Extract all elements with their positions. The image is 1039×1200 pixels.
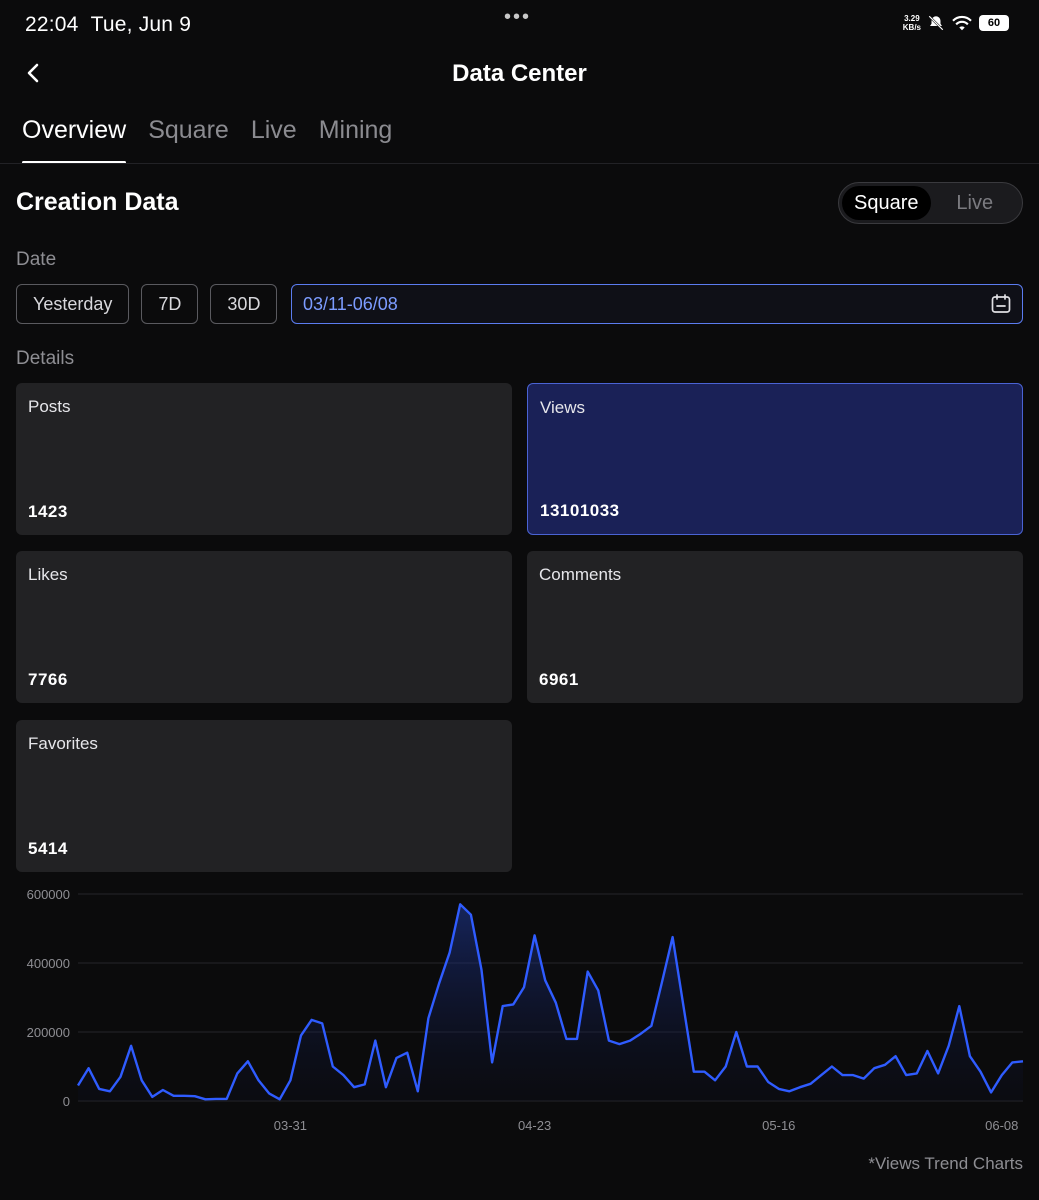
tab-overview[interactable]: Overview — [22, 108, 127, 164]
status-icons: 3.29 KB/s 60 — [903, 12, 1009, 34]
details-label: Details — [16, 348, 75, 369]
battery-icon: 60 — [979, 15, 1009, 31]
toggle-live[interactable]: Live — [931, 186, 1020, 220]
tab-live[interactable]: Live — [251, 108, 297, 164]
source-toggle: Square Live — [838, 182, 1023, 224]
date-chip-30d[interactable]: 30D — [210, 284, 278, 324]
x-tick-label: 05-16 — [762, 1118, 795, 1133]
status-date: Tue, Jun 9 — [90, 13, 192, 36]
x-tick-label: 03-31 — [274, 1118, 307, 1133]
stat-label: Comments — [539, 565, 622, 584]
calendar-icon[interactable] — [990, 293, 1012, 315]
y-tick-label: 200000 — [27, 1025, 70, 1040]
page-title: Data Center — [452, 60, 587, 87]
net-speed: 3.29 KB/s — [902, 14, 921, 32]
toggle-square[interactable]: Square — [842, 186, 931, 220]
stat-label: Likes — [28, 565, 68, 584]
stat-label: Favorites — [28, 734, 98, 753]
stat-card-comments[interactable]: Comments 6961 — [527, 551, 1023, 703]
views-trend-chart: 600000 400000 200000 0 03-31 04-23 05-16 06-08 — [0, 880, 1039, 1140]
stat-card-views[interactable]: Views 13101033 — [527, 383, 1023, 535]
header: Data Center — [0, 50, 1039, 100]
date-chip-7d[interactable]: 7D — [141, 284, 199, 324]
stat-value: 7766 — [28, 670, 68, 689]
chart-svg: 600000 400000 200000 0 03-31 04-23 05-16 06-08 — [27, 887, 1024, 1133]
y-tick-label: 600000 — [27, 887, 70, 902]
status-bar: 22:04 Tue, Jun 9 ••• 3.29 KB/s 60 — [0, 0, 1039, 48]
wifi-icon — [952, 15, 972, 31]
x-tick-label: 04-23 — [518, 1118, 551, 1133]
tab-mining[interactable]: Mining — [319, 108, 393, 164]
tab-square[interactable]: Square — [148, 108, 229, 164]
stat-value: 5414 — [28, 839, 68, 858]
date-label: Date — [16, 249, 57, 270]
date-chip-yesterday[interactable]: Yesterday — [16, 284, 130, 324]
section-title: Creation Data — [16, 188, 179, 216]
stat-label: Views — [540, 398, 586, 417]
chart-note: *Views Trend Charts — [868, 1154, 1023, 1173]
x-tick-label: 06-08 — [985, 1118, 1018, 1133]
stat-value: 13101033 — [540, 501, 620, 520]
stat-value: 6961 — [539, 670, 579, 689]
notifications-off-icon — [928, 15, 944, 31]
more-dots-icon[interactable]: ••• — [504, 6, 531, 29]
tab-bar: Overview Square Live Mining — [22, 108, 392, 164]
status-time: 22:04 Tue, Jun 9 — [25, 13, 192, 36]
stat-card-likes[interactable]: Likes 7766 — [16, 551, 512, 703]
date-range-field[interactable]: 03/11-06/08 — [291, 284, 1023, 324]
date-range-value: 03/11-06/08 — [303, 293, 398, 314]
stat-label: Posts — [28, 397, 71, 416]
stat-card-posts[interactable]: Posts 1423 — [16, 383, 512, 535]
tabs-divider — [0, 163, 1039, 164]
y-tick-label: 400000 — [27, 956, 70, 971]
series-area — [78, 904, 1023, 1101]
stat-card-favorites[interactable]: Favorites 5414 — [16, 720, 512, 872]
date-presets: Yesterday 7D 30D — [16, 284, 278, 324]
stat-value: 1423 — [28, 502, 68, 521]
y-tick-label: 0 — [63, 1094, 70, 1109]
